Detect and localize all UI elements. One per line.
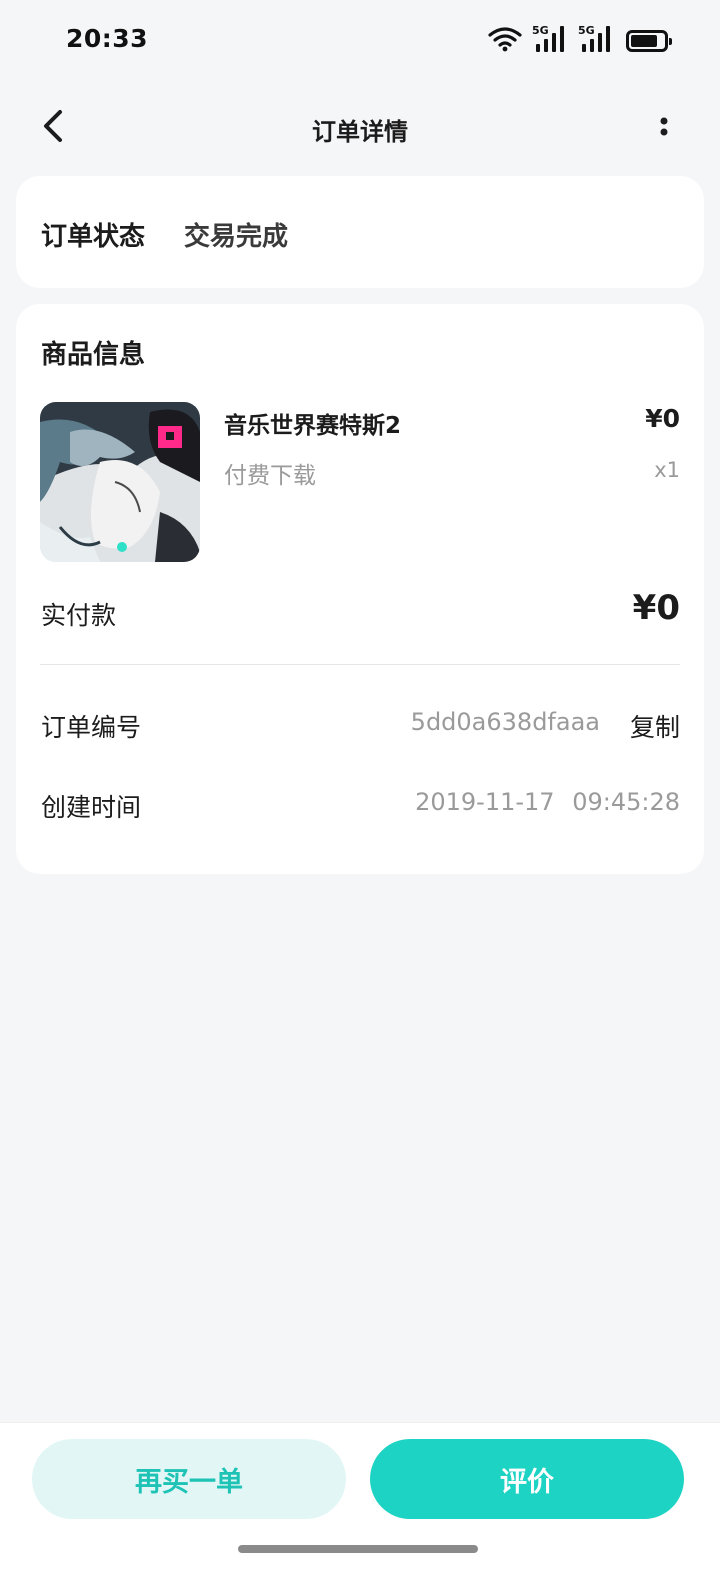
more-button[interactable] xyxy=(652,110,676,146)
created-time-value: 2019-11-17 09:45:28 xyxy=(415,788,680,816)
product-info-card: 商品信息 音乐世界赛特斯2 ¥0 付费下载 x1 实付款 ¥0 订单编号 5dd… xyxy=(16,304,704,874)
product-thumbnail[interactable] xyxy=(40,402,200,562)
network-type-label: 5G xyxy=(532,24,549,37)
bottom-action-bar: 再买一单 评价 xyxy=(0,1422,720,1582)
signal-icon: 5G xyxy=(578,24,614,52)
product-artwork-image xyxy=(40,402,200,562)
signal-icon: 5G xyxy=(532,24,568,52)
status-icons: 5G 5G xyxy=(488,24,672,52)
more-vertical-icon xyxy=(660,117,668,136)
network-type-label: 5G xyxy=(578,24,595,37)
order-status-label: 订单状态 xyxy=(41,222,146,252)
product-price: ¥0 xyxy=(645,404,680,433)
divider xyxy=(40,664,680,665)
buy-again-button[interactable]: 再买一单 xyxy=(32,1439,346,1519)
section-title: 商品信息 xyxy=(41,340,146,370)
order-detail-screen: 20:33 5G 5G 订单详情 订单状态 交易完成 商品信息 音乐世界赛特斯2… xyxy=(0,0,720,1582)
order-status-value: 交易完成 xyxy=(184,222,289,252)
created-time-label: 创建时间 xyxy=(41,793,142,822)
paid-amount-label: 实付款 xyxy=(41,601,117,630)
status-bar: 20:33 5G 5G xyxy=(0,0,720,80)
nav-bar: 订单详情 xyxy=(0,90,720,166)
order-number-label: 订单编号 xyxy=(41,713,142,742)
page-title: 订单详情 xyxy=(312,118,408,146)
paid-amount-value: ¥0 xyxy=(632,588,680,628)
product-name[interactable]: 音乐世界赛特斯2 xyxy=(224,406,401,440)
order-status-card: 订单状态 交易完成 xyxy=(16,176,704,288)
home-indicator[interactable] xyxy=(238,1545,478,1553)
status-time: 20:33 xyxy=(66,24,149,53)
battery-icon xyxy=(626,30,672,52)
product-type: 付费下载 xyxy=(224,463,316,489)
product-quantity: x1 xyxy=(654,458,680,482)
wifi-icon xyxy=(488,27,522,52)
review-button[interactable]: 评价 xyxy=(370,1439,684,1519)
order-number-value: 5dd0a638dfaaa xyxy=(410,708,600,736)
copy-order-number-button[interactable]: 复制 xyxy=(630,708,680,744)
